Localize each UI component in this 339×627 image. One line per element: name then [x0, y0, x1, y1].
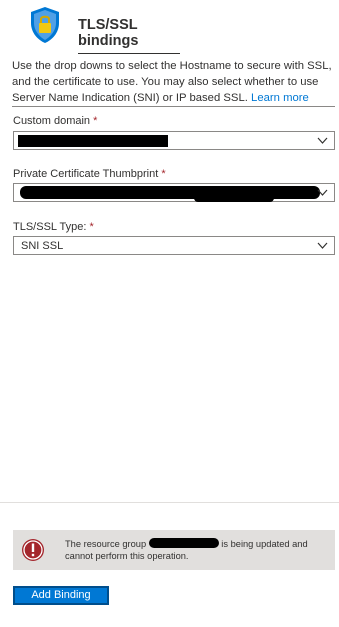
shield-lock-icon: [31, 7, 59, 43]
ssl-type-dropdown[interactable]: SNI SSL: [13, 236, 335, 255]
error-message: The resource group is being updated and …: [65, 538, 330, 562]
redacted-value: [18, 135, 168, 147]
redacted-value: [20, 186, 320, 199]
redacted-value: [194, 194, 274, 202]
chevron-down-icon: [317, 189, 328, 196]
error-banner: The resource group is being updated and …: [13, 530, 335, 570]
divider: [12, 106, 335, 107]
redacted-resource-group: [148, 538, 219, 548]
ssl-type-label: TLS/SSL Type: *: [13, 221, 94, 233]
ssl-type-label-text: TLS/SSL Type:: [13, 221, 87, 233]
thumbprint-label: Private Certificate Thumbprint *: [13, 168, 166, 180]
custom-domain-label: Custom domain *: [13, 115, 97, 127]
chevron-down-icon: [317, 137, 328, 144]
description: Use the drop downs to select the Hostnam…: [12, 58, 332, 106]
page-title: TLS/SSL bindings: [78, 17, 180, 54]
custom-domain-dropdown[interactable]: [13, 131, 335, 150]
error-icon: [22, 539, 44, 561]
panel-header: TLS/SSL bindings: [0, 0, 339, 54]
learn-more-link[interactable]: Learn more: [251, 92, 309, 104]
chevron-down-icon: [317, 242, 328, 249]
thumbprint-dropdown[interactable]: [13, 183, 335, 202]
custom-domain-label-text: Custom domain: [13, 115, 91, 127]
thumbprint-label-text: Private Certificate Thumbprint: [13, 168, 159, 180]
ssl-type-value: SNI SSL: [21, 240, 64, 252]
required-marker: *: [93, 115, 98, 127]
required-marker: *: [89, 221, 94, 233]
error-text-before: The resource group: [65, 539, 149, 549]
required-marker: *: [161, 168, 166, 180]
add-binding-button[interactable]: Add Binding: [13, 586, 109, 605]
footer-divider: [0, 502, 339, 503]
